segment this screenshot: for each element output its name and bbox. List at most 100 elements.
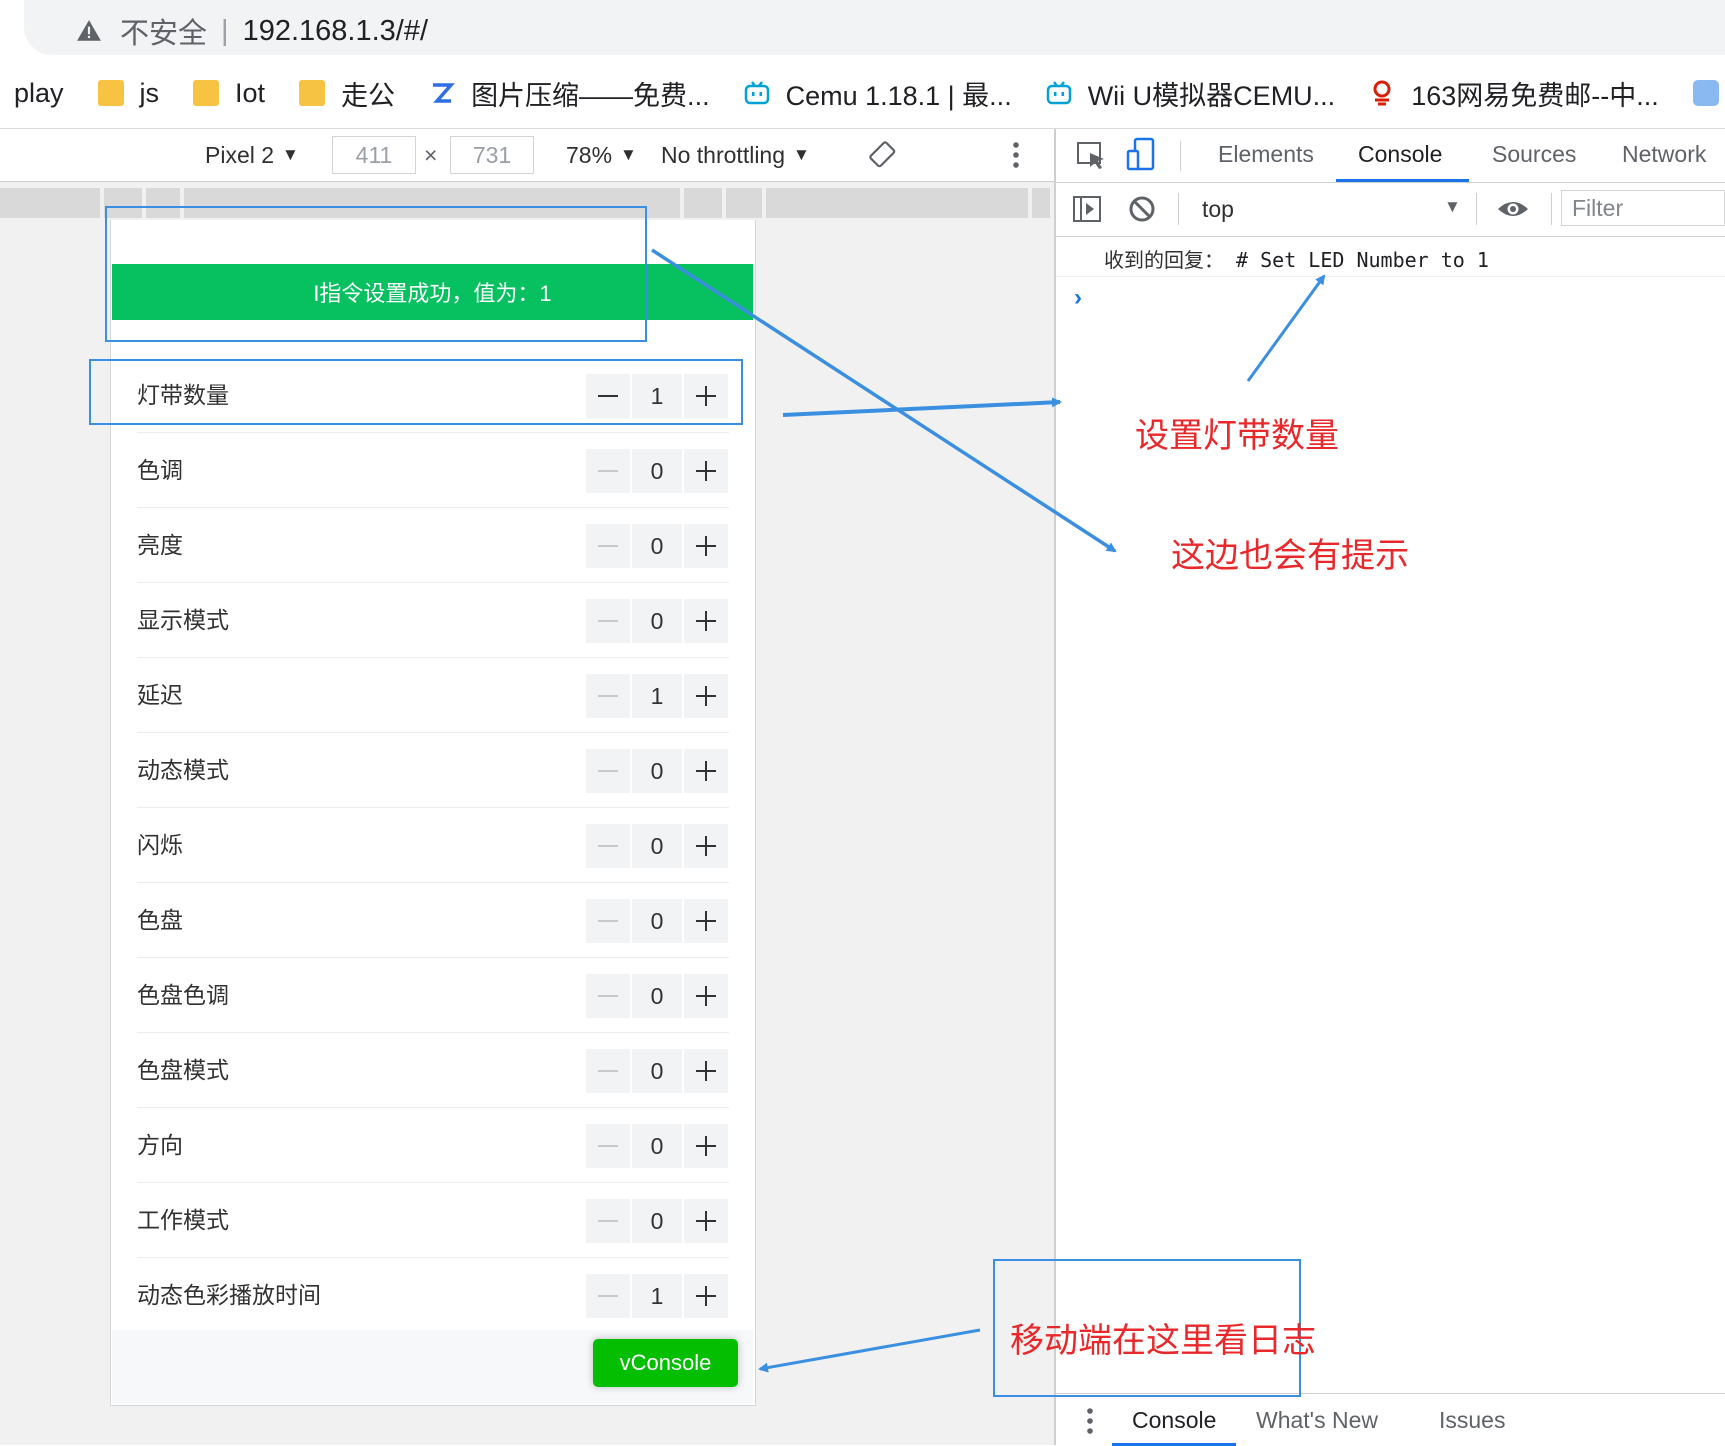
decrement-button[interactable] xyxy=(586,1274,630,1318)
address-bar[interactable]: 不安全 | 192.168.1.3/#/ xyxy=(24,0,1725,55)
stepper-value[interactable]: 1 xyxy=(632,1274,682,1318)
bookmark-tiwa[interactable]: 提瓦 xyxy=(1692,74,1725,113)
bilibili-icon xyxy=(1046,81,1071,105)
throttling-select[interactable]: No throttling ▼ xyxy=(661,129,810,181)
increment-button[interactable] xyxy=(684,449,728,493)
console-prompt[interactable]: › xyxy=(1074,284,1082,312)
increment-button[interactable] xyxy=(684,1274,728,1318)
zoom-select[interactable]: 78% ▼ xyxy=(566,129,637,181)
bookmark-iot[interactable]: Iot xyxy=(193,78,265,109)
minus-icon xyxy=(598,845,618,847)
increment-button[interactable] xyxy=(684,524,728,568)
address-separator: | xyxy=(221,14,229,47)
bookmark-image-compress[interactable]: 图片压缩——免费... xyxy=(429,74,710,113)
minus-icon xyxy=(598,1070,618,1072)
clear-console-icon[interactable] xyxy=(1128,195,1156,223)
sidebar-toggle-icon[interactable] xyxy=(1072,195,1102,223)
tab-elements[interactable]: Elements xyxy=(1218,141,1314,168)
decrement-button[interactable] xyxy=(586,749,630,793)
increment-button[interactable] xyxy=(684,824,728,868)
settings-list: 灯带数量 1 色调 0 亮度 0 显示模式 0 延迟 1 动态模式 0 闪烁 0 色盘 0 色盘色调 0 色盘模式 0… xyxy=(112,358,753,1333)
setting-row: 色盘模式 0 xyxy=(112,1033,753,1108)
stepper-value[interactable]: 0 xyxy=(632,524,682,568)
increment-button[interactable] xyxy=(684,749,728,793)
stepper-value[interactable]: 0 xyxy=(632,1124,682,1168)
devtools-tab-bar: Elements Console Sources Network xyxy=(1056,129,1725,183)
zoom-value: 78% xyxy=(566,141,613,168)
ruler-segment xyxy=(726,188,762,218)
decrement-button[interactable] xyxy=(586,1049,630,1093)
plus-icon-vertical xyxy=(705,1286,707,1306)
device-select[interactable]: Pixel 2 ▼ xyxy=(205,129,299,181)
filter-input[interactable]: Filter xyxy=(1561,190,1725,226)
plus-icon-vertical xyxy=(705,761,707,781)
stepper-value[interactable]: 0 xyxy=(632,1199,682,1243)
decrement-button[interactable] xyxy=(586,449,630,493)
drawer-tab-console[interactable]: Console xyxy=(1132,1407,1216,1434)
context-select[interactable]: top xyxy=(1202,196,1234,223)
increment-button[interactable] xyxy=(684,674,728,718)
setting-row: 工作模式 0 xyxy=(112,1183,753,1258)
active-tab-indicator xyxy=(1336,179,1469,182)
decrement-button[interactable] xyxy=(586,824,630,868)
increment-button[interactable] xyxy=(684,599,728,643)
increment-button[interactable] xyxy=(684,974,728,1018)
stepper-value[interactable]: 0 xyxy=(632,449,682,493)
bookmark-label: Wii U模拟器CEMU... xyxy=(1087,80,1336,111)
value-stepper: 0 xyxy=(586,1049,728,1093)
caret-down-icon[interactable]: ▼ xyxy=(1444,197,1461,217)
bookmark-zougong[interactable]: 走公 xyxy=(299,74,395,113)
annotation-also-hint: 这边也会有提示 xyxy=(1171,537,1409,575)
drawer-menu-icon[interactable] xyxy=(1086,1407,1094,1435)
decrement-button[interactable] xyxy=(586,599,630,643)
increment-button[interactable] xyxy=(684,899,728,943)
stepper-value[interactable]: 0 xyxy=(632,749,682,793)
drawer-tab-issues[interactable]: Issues xyxy=(1439,1407,1505,1434)
bookmark-play[interactable]: play xyxy=(14,78,64,109)
width-input[interactable]: 411 xyxy=(332,136,416,174)
increment-button[interactable] xyxy=(684,1124,728,1168)
decrement-button[interactable] xyxy=(586,974,630,1018)
more-options-button[interactable] xyxy=(1012,129,1020,181)
increment-button[interactable] xyxy=(684,1049,728,1093)
eye-icon[interactable] xyxy=(1496,197,1530,221)
bookmark-label: Cemu 1.18.1 | 最... xyxy=(785,80,1012,111)
setting-row: 色盘色调 0 xyxy=(112,958,753,1033)
tab-network[interactable]: Network xyxy=(1622,141,1706,168)
minus-icon xyxy=(598,1295,618,1297)
device-toggle-icon[interactable] xyxy=(1126,137,1156,173)
vconsole-button[interactable]: vConsole xyxy=(593,1339,738,1387)
stepper-value[interactable]: 0 xyxy=(632,974,682,1018)
value-stepper: 0 xyxy=(586,599,728,643)
decrement-button[interactable] xyxy=(586,899,630,943)
rotate-button[interactable] xyxy=(868,129,898,181)
value-stepper: 1 xyxy=(586,1274,728,1318)
bookmark-wiiu[interactable]: Wii U模拟器CEMU... xyxy=(1046,74,1335,113)
tab-sources[interactable]: Sources xyxy=(1492,141,1576,168)
tab-console[interactable]: Console xyxy=(1358,141,1442,168)
toolbar-separator xyxy=(1180,141,1181,171)
plus-icon-vertical xyxy=(705,536,707,556)
setting-label: 亮度 xyxy=(137,532,183,558)
height-input[interactable]: 731 xyxy=(450,136,534,174)
value-stepper: 0 xyxy=(586,749,728,793)
stepper-value[interactable]: 0 xyxy=(632,1049,682,1093)
decrement-button[interactable] xyxy=(586,674,630,718)
caret-down-icon: ▼ xyxy=(793,145,810,164)
increment-button[interactable] xyxy=(684,1199,728,1243)
stepper-value[interactable]: 0 xyxy=(632,899,682,943)
value-stepper: 0 xyxy=(586,449,728,493)
bookmark-label: Iot xyxy=(235,77,266,108)
stepper-value[interactable]: 1 xyxy=(632,674,682,718)
decrement-button[interactable] xyxy=(586,1199,630,1243)
url-text[interactable]: 192.168.1.3/#/ xyxy=(243,15,428,48)
stepper-value[interactable]: 0 xyxy=(632,599,682,643)
bookmark-cemu[interactable]: Cemu 1.18.1 | 最... xyxy=(744,74,1012,113)
drawer-tab-whats-new[interactable]: What's New xyxy=(1256,1407,1378,1434)
decrement-button[interactable] xyxy=(586,524,630,568)
bookmark-js[interactable]: js xyxy=(97,78,159,109)
decrement-button[interactable] xyxy=(586,1124,630,1168)
inspect-element-icon[interactable] xyxy=(1076,141,1108,171)
stepper-value[interactable]: 0 xyxy=(632,824,682,868)
bookmark-163-mail[interactable]: 163网易免费邮--中... xyxy=(1369,74,1659,113)
